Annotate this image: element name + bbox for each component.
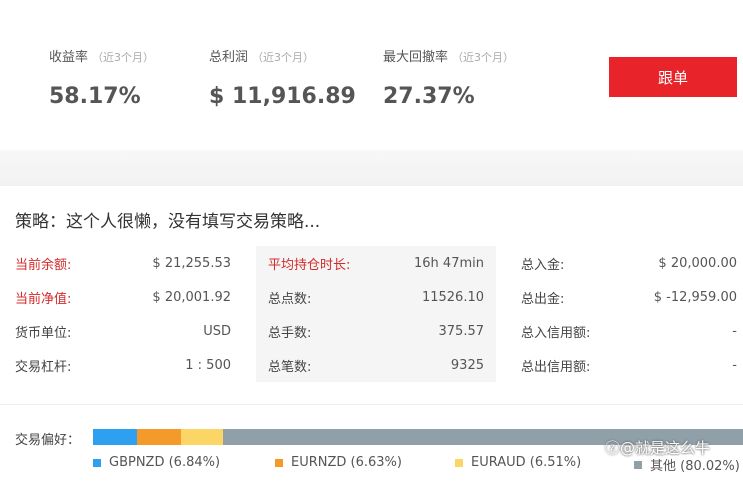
info-row: 总手数: 375.57 bbox=[268, 314, 484, 348]
legend-swatch-icon bbox=[455, 458, 463, 467]
info-row: 总入信用额: - bbox=[521, 314, 737, 348]
stats-panel: 收益率 （近3个月） 58.17% 总利润 （近3个月） $ 11,916.89 最… bbox=[0, 0, 743, 150]
divider bbox=[0, 404, 743, 405]
strategy-title: 策略：这个人很懒，没有填写交易策略... bbox=[15, 212, 321, 232]
info-value: 1 : 500 bbox=[185, 357, 231, 373]
info-label: 交易杠杆: bbox=[15, 359, 72, 375]
info-row: 当前余额: $ 21,255.53 bbox=[15, 246, 231, 280]
stat-label-text: 最大回撤率 bbox=[383, 50, 449, 65]
info-row: 货币单位: USD bbox=[15, 314, 231, 348]
info-row: 总出信用额: - bbox=[521, 348, 737, 382]
stat-value: 27.37% bbox=[383, 84, 475, 109]
stat-max-drawdown: 最大回撤率 （近3个月） 27.37% bbox=[383, 46, 514, 109]
watermark-text: @就是这么牛 bbox=[620, 439, 711, 457]
info-label: 货币单位: bbox=[15, 325, 72, 341]
info-row: 总入金: $ 20,000.00 bbox=[521, 246, 737, 280]
info-label: 总入金: bbox=[521, 257, 565, 273]
legend-swatch-icon bbox=[634, 460, 642, 469]
info-value: 11526.10 bbox=[421, 289, 484, 305]
stat-period: （近3个月） bbox=[452, 51, 515, 64]
preference-segment bbox=[137, 429, 181, 445]
watermark: ⓩ@就是这么牛 bbox=[605, 437, 710, 458]
preference-segment bbox=[180, 429, 223, 445]
stat-label: 收益率 （近3个月） bbox=[49, 46, 154, 65]
info-value: $ 21,255.53 bbox=[152, 255, 231, 271]
stat-label: 最大回撤率 （近3个月） bbox=[383, 46, 514, 65]
info-value: 375.57 bbox=[438, 323, 485, 339]
info-value: 9325 bbox=[450, 357, 484, 373]
legend-item: EURNZD (6.63%) bbox=[275, 455, 402, 470]
info-value: $ 20,001.92 bbox=[152, 289, 231, 305]
follow-trade-button[interactable]: 跟单 bbox=[609, 57, 737, 97]
info-value: - bbox=[732, 323, 737, 339]
info-label: 总笔数: bbox=[268, 359, 312, 375]
info-label: 当前净值: bbox=[15, 291, 72, 307]
legend-item: EURAUD (6.51%) bbox=[455, 455, 581, 470]
info-label: 当前余额: bbox=[15, 257, 72, 273]
info-label: 总出信用额: bbox=[521, 359, 591, 375]
legend-item: GBPNZD (6.84%) bbox=[93, 455, 220, 470]
info-value: $ 20,000.00 bbox=[658, 255, 737, 271]
stat-label-text: 收益率 bbox=[49, 50, 89, 65]
info-value: - bbox=[732, 357, 737, 373]
info-label: 平均持仓时长: bbox=[268, 257, 351, 273]
info-row: 平均持仓时长: 16h 47min bbox=[268, 246, 484, 280]
legend-label: GBPNZD (6.84%) bbox=[109, 455, 221, 470]
info-value: USD bbox=[203, 323, 231, 339]
legend-swatch-icon bbox=[275, 458, 283, 467]
legend-swatch-icon bbox=[93, 458, 101, 467]
stat-period: （近3个月） bbox=[92, 51, 155, 64]
info-row: 交易杠杆: 1 : 500 bbox=[15, 348, 231, 382]
info-row: 当前净值: $ 20,001.92 bbox=[15, 280, 231, 314]
legend-label: EURNZD (6.63%) bbox=[291, 455, 402, 470]
info-label: 总出金: bbox=[521, 291, 565, 307]
stat-label-text: 总利润 bbox=[209, 50, 249, 65]
stat-return-rate: 收益率 （近3个月） 58.17% bbox=[49, 46, 154, 109]
section-separator bbox=[0, 150, 743, 186]
info-label: 总手数: bbox=[268, 325, 312, 341]
info-label: 总点数: bbox=[268, 291, 312, 307]
stat-value: $ 11,916.89 bbox=[209, 84, 356, 109]
stat-period: （近3个月） bbox=[252, 51, 315, 64]
stat-total-profit: 总利润 （近3个月） $ 11,916.89 bbox=[209, 46, 356, 109]
info-label: 总入信用额: bbox=[521, 325, 591, 341]
info-row: 总点数: 11526.10 bbox=[268, 280, 484, 314]
zhihu-logo-icon: ⓩ bbox=[605, 439, 621, 457]
preference-segment bbox=[93, 429, 138, 445]
stat-label: 总利润 （近3个月） bbox=[209, 46, 356, 65]
trade-preference-label: 交易偏好： bbox=[15, 433, 81, 448]
legend-label: EURAUD (6.51%) bbox=[471, 455, 582, 470]
stat-value: 58.17% bbox=[49, 84, 141, 109]
info-row: 总笔数: 9325 bbox=[268, 348, 484, 382]
info-row: 总出金: $ -12,959.00 bbox=[521, 280, 737, 314]
info-value: 16h 47min bbox=[414, 255, 484, 271]
info-value: $ -12,959.00 bbox=[653, 289, 737, 305]
